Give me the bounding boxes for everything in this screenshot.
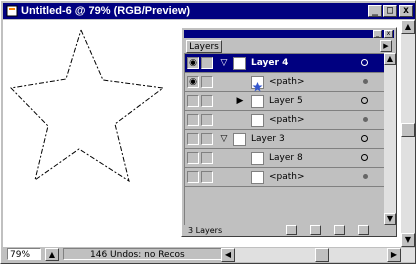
eye-icon[interactable]: ◉: [187, 76, 199, 88]
layer-row[interactable]: <path>: [185, 168, 385, 187]
layer-name: Layer 8: [269, 153, 303, 163]
palette-minimize-button[interactable]: _: [373, 30, 382, 38]
layer-count: 3 Layers: [188, 226, 223, 235]
lock-toggle[interactable]: [201, 152, 213, 164]
new-sublayer-icon[interactable]: [310, 225, 321, 235]
eye-icon[interactable]: ◉: [187, 57, 199, 69]
eye-icon[interactable]: [187, 133, 199, 145]
layer-thumbnail: [251, 95, 264, 108]
lock-toggle[interactable]: [201, 114, 213, 126]
layer-name: <path>: [269, 77, 305, 87]
disclosure-triangle-icon[interactable]: ▶: [235, 96, 245, 106]
zoom-field[interactable]: 79%: [7, 248, 41, 260]
disclosure-triangle-icon[interactable]: ▽: [219, 134, 229, 144]
window-title: Untitled-6 @ 79% (RGB/Preview): [21, 5, 191, 17]
target-icon[interactable]: [361, 97, 368, 104]
make-clipping-mask-icon[interactable]: [286, 225, 297, 235]
scroll-down-icon[interactable]: ▼: [384, 213, 396, 225]
layer-row[interactable]: Layer 8: [185, 149, 385, 168]
palette-title-bar[interactable]: _ x: [184, 30, 394, 38]
lock-toggle[interactable]: [201, 57, 213, 69]
close-button[interactable]: x: [399, 5, 413, 17]
layer-name: Layer 4: [251, 58, 289, 68]
layer-thumbnail: [233, 57, 246, 70]
layer-row[interactable]: <path>: [185, 111, 385, 130]
eye-icon[interactable]: [187, 171, 199, 183]
zoom-dropdown-icon[interactable]: ▲: [45, 248, 59, 261]
layer-row[interactable]: ◉ <path>: [185, 73, 385, 92]
layer-thumbnail: [233, 133, 246, 146]
status-bar: 79% ▲ 146 Undos: no Recos ◀ ▶: [3, 247, 415, 263]
minimize-button[interactable]: _: [368, 5, 382, 17]
new-layer-icon[interactable]: [334, 225, 345, 235]
path-thumbnail: [251, 171, 264, 184]
star-thumb-icon: [252, 82, 263, 92]
lock-toggle[interactable]: [201, 76, 213, 88]
lock-toggle[interactable]: [201, 95, 213, 107]
disclosure-triangle-icon[interactable]: ▽: [219, 58, 229, 68]
path-thumbnail: [251, 114, 264, 127]
target-dot-icon[interactable]: [363, 79, 368, 84]
eye-icon[interactable]: [187, 114, 199, 126]
tab-layers[interactable]: Layers: [186, 40, 222, 53]
target-dot-icon[interactable]: [363, 174, 368, 179]
layer-name: <path>: [269, 172, 305, 182]
layer-thumbnail: [251, 152, 264, 165]
palette-close-button[interactable]: x: [384, 30, 393, 38]
layer-row[interactable]: ▽ Layer 3: [185, 130, 385, 149]
lock-toggle[interactable]: [201, 171, 213, 183]
scroll-down-icon[interactable]: ▼: [401, 233, 415, 247]
scroll-right-icon[interactable]: ▶: [387, 248, 401, 262]
scroll-thumb[interactable]: [401, 123, 415, 137]
layer-list: ◉ ▽ Layer 4 ◉ <path> ▶ Layer 5 <path> ▽ …: [184, 53, 386, 227]
eye-icon[interactable]: [187, 152, 199, 164]
scroll-up-icon[interactable]: ▲: [401, 20, 415, 34]
title-bar[interactable]: Untitled-6 @ 79% (RGB/Preview) _ □ x: [3, 3, 415, 19]
maximize-button[interactable]: □: [383, 5, 397, 17]
palette-menu-icon[interactable]: ▶: [380, 40, 392, 52]
target-icon[interactable]: [361, 59, 368, 66]
eye-icon[interactable]: [187, 95, 199, 107]
layer-row[interactable]: ◉ ▽ Layer 4: [185, 54, 385, 73]
layer-name: <path>: [269, 115, 305, 125]
target-icon[interactable]: [361, 135, 368, 142]
palette-footer: 3 Layers: [184, 225, 394, 236]
horizontal-scrollbar[interactable]: ◀ ▶: [221, 248, 415, 262]
trash-icon[interactable]: [358, 225, 369, 235]
layer-name: Layer 3: [251, 134, 285, 144]
status-info[interactable]: 146 Undos: no Recos: [63, 248, 229, 260]
palette-scrollbar[interactable]: ▲ ▼: [384, 53, 396, 225]
layers-palette: _ x Layers ▶ ◉ ▽ Layer 4 ◉ <path> ▶ Laye…: [181, 27, 397, 237]
path-thumbnail: [251, 76, 264, 92]
lock-toggle[interactable]: [201, 133, 213, 145]
scroll-left-icon[interactable]: ◀: [221, 248, 235, 262]
target-icon[interactable]: [361, 154, 368, 161]
scroll-up-icon[interactable]: ▲: [384, 53, 396, 65]
document-icon: [6, 5, 18, 17]
layer-row[interactable]: ▶ Layer 5: [185, 92, 385, 111]
layer-name: Layer 5: [269, 96, 303, 106]
scroll-thumb[interactable]: [315, 248, 329, 262]
document-window: Untitled-6 @ 79% (RGB/Preview) _ □ x ▲ ▼…: [0, 0, 416, 264]
vertical-scrollbar[interactable]: ▲ ▼: [401, 20, 415, 247]
target-dot-icon[interactable]: [363, 117, 368, 122]
